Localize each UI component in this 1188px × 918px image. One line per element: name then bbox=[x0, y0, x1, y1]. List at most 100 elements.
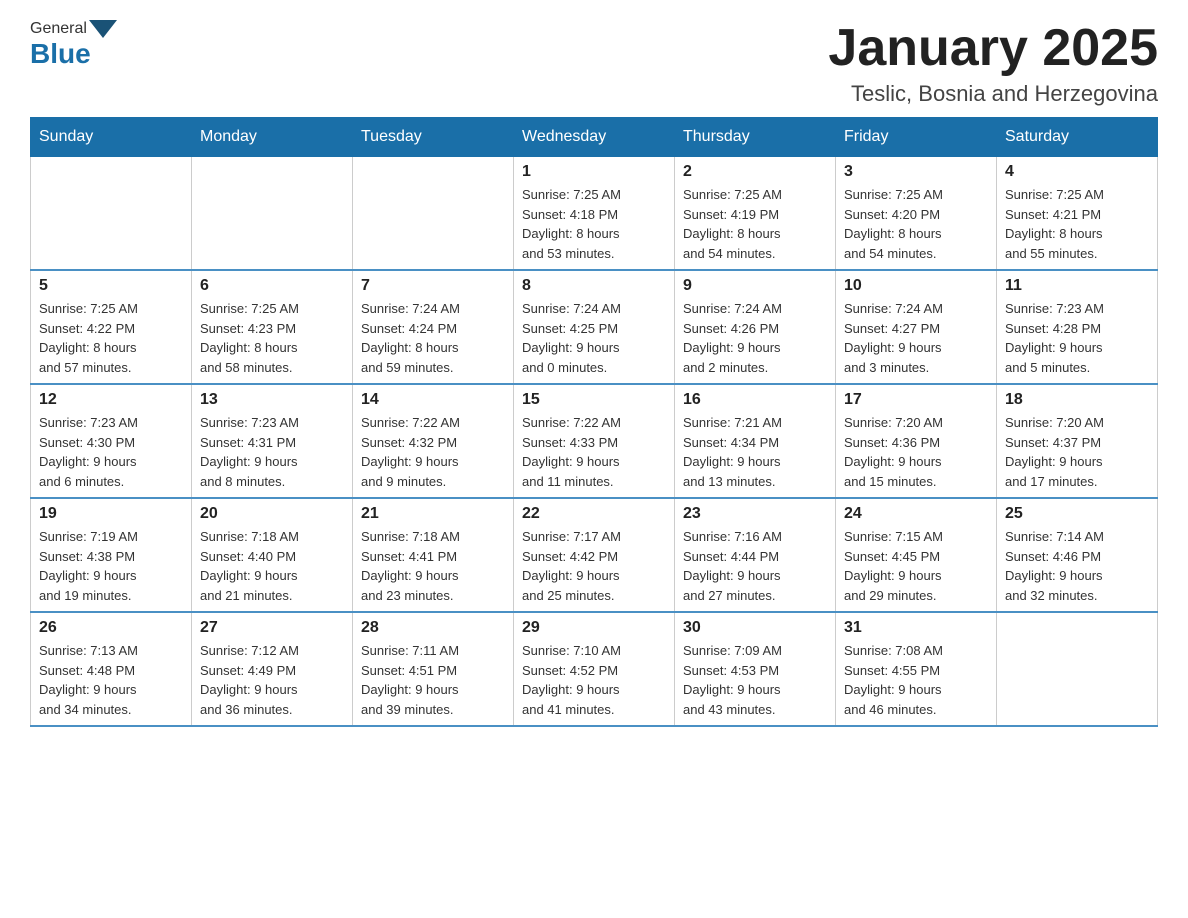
day-number: 24 bbox=[844, 505, 988, 523]
day-info: Sunrise: 7:14 AM Sunset: 4:46 PM Dayligh… bbox=[1005, 527, 1149, 605]
weekday-header-friday: Friday bbox=[836, 118, 997, 157]
calendar-cell: 11Sunrise: 7:23 AM Sunset: 4:28 PM Dayli… bbox=[997, 270, 1158, 384]
calendar-cell bbox=[31, 157, 192, 271]
day-info: Sunrise: 7:11 AM Sunset: 4:51 PM Dayligh… bbox=[361, 641, 505, 719]
day-number: 5 bbox=[39, 277, 183, 295]
day-info: Sunrise: 7:24 AM Sunset: 4:25 PM Dayligh… bbox=[522, 299, 666, 377]
calendar-cell: 22Sunrise: 7:17 AM Sunset: 4:42 PM Dayli… bbox=[514, 498, 675, 612]
day-number: 18 bbox=[1005, 391, 1149, 409]
weekday-header-sunday: Sunday bbox=[31, 118, 192, 157]
calendar-cell: 3 Sunrise: 7:25 AM Sunset: 4:20 PM Daylig… bbox=[836, 157, 997, 271]
day-number: 23 bbox=[683, 505, 827, 523]
day-info: Sunrise: 7:12 AM Sunset: 4:49 PM Dayligh… bbox=[200, 641, 344, 719]
week-row-5: 26 Sunrise: 7:13 AM Sunset: 4:48 PM Dayli… bbox=[31, 612, 1158, 726]
week-row-2: 5 Sunrise: 7:25 AM Sunset: 4:22 PM Daylig… bbox=[31, 270, 1158, 384]
calendar-cell: 2 Sunrise: 7:25 AM Sunset: 4:19 PM Daylig… bbox=[675, 157, 836, 271]
logo-arrow-icon bbox=[89, 20, 117, 38]
calendar-cell: 23 Sunrise: 7:16 AM Sunset: 4:44 PM Dayli… bbox=[675, 498, 836, 612]
page-header: General Blue January 2025 Teslic, Bosnia… bbox=[30, 20, 1158, 107]
calendar-cell: 31Sunrise: 7:08 AM Sunset: 4:55 PM Dayli… bbox=[836, 612, 997, 726]
day-number: 15 bbox=[522, 391, 666, 409]
calendar-cell: 6 Sunrise: 7:25 AM Sunset: 4:23 PM Daylig… bbox=[192, 270, 353, 384]
day-number: 21 bbox=[361, 505, 505, 523]
day-number: 6 bbox=[200, 277, 344, 295]
day-info: Sunrise: 7:25 AM Sunset: 4:23 PM Dayligh… bbox=[200, 299, 344, 377]
title-area: January 2025 Teslic, Bosnia and Herzegov… bbox=[828, 20, 1158, 107]
day-info: Sunrise: 7:22 AM Sunset: 4:32 PM Dayligh… bbox=[361, 413, 505, 491]
day-number: 3 bbox=[844, 163, 988, 181]
day-number: 2 bbox=[683, 163, 827, 181]
calendar-cell: 24 Sunrise: 7:15 AM Sunset: 4:45 PM Dayli… bbox=[836, 498, 997, 612]
day-number: 1 bbox=[522, 163, 666, 181]
calendar-cell: 28 Sunrise: 7:11 AM Sunset: 4:51 PM Dayli… bbox=[353, 612, 514, 726]
calendar-cell: 17 Sunrise: 7:20 AM Sunset: 4:36 PM Dayli… bbox=[836, 384, 997, 498]
day-number: 30 bbox=[683, 619, 827, 637]
calendar-cell: 12Sunrise: 7:23 AM Sunset: 4:30 PM Dayli… bbox=[31, 384, 192, 498]
day-info: Sunrise: 7:18 AM Sunset: 4:41 PM Dayligh… bbox=[361, 527, 505, 605]
day-info: Sunrise: 7:24 AM Sunset: 4:27 PM Dayligh… bbox=[844, 299, 988, 377]
weekday-header-monday: Monday bbox=[192, 118, 353, 157]
day-info: Sunrise: 7:20 AM Sunset: 4:37 PM Dayligh… bbox=[1005, 413, 1149, 491]
calendar-cell: 30 Sunrise: 7:09 AM Sunset: 4:53 PM Dayli… bbox=[675, 612, 836, 726]
day-info: Sunrise: 7:25 AM Sunset: 4:21 PM Dayligh… bbox=[1005, 185, 1149, 263]
calendar-cell: 26 Sunrise: 7:13 AM Sunset: 4:48 PM Dayli… bbox=[31, 612, 192, 726]
day-info: Sunrise: 7:16 AM Sunset: 4:44 PM Dayligh… bbox=[683, 527, 827, 605]
week-row-4: 19 Sunrise: 7:19 AM Sunset: 4:38 PM Dayli… bbox=[31, 498, 1158, 612]
day-info: Sunrise: 7:09 AM Sunset: 4:53 PM Dayligh… bbox=[683, 641, 827, 719]
calendar-cell bbox=[192, 157, 353, 271]
calendar-cell: 5 Sunrise: 7:25 AM Sunset: 4:22 PM Daylig… bbox=[31, 270, 192, 384]
day-number: 9 bbox=[683, 277, 827, 295]
day-info: Sunrise: 7:25 AM Sunset: 4:19 PM Dayligh… bbox=[683, 185, 827, 263]
day-info: Sunrise: 7:22 AM Sunset: 4:33 PM Dayligh… bbox=[522, 413, 666, 491]
day-info: Sunrise: 7:19 AM Sunset: 4:38 PM Dayligh… bbox=[39, 527, 183, 605]
day-info: Sunrise: 7:13 AM Sunset: 4:48 PM Dayligh… bbox=[39, 641, 183, 719]
day-info: Sunrise: 7:24 AM Sunset: 4:24 PM Dayligh… bbox=[361, 299, 505, 377]
page-title: January 2025 bbox=[828, 20, 1158, 77]
calendar-cell: 9Sunrise: 7:24 AM Sunset: 4:26 PM Daylig… bbox=[675, 270, 836, 384]
calendar-cell bbox=[997, 612, 1158, 726]
calendar-cell: 10Sunrise: 7:24 AM Sunset: 4:27 PM Dayli… bbox=[836, 270, 997, 384]
logo-blue-text: Blue bbox=[30, 38, 91, 70]
day-number: 17 bbox=[844, 391, 988, 409]
calendar-cell: 7 Sunrise: 7:24 AM Sunset: 4:24 PM Daylig… bbox=[353, 270, 514, 384]
day-info: Sunrise: 7:08 AM Sunset: 4:55 PM Dayligh… bbox=[844, 641, 988, 719]
day-info: Sunrise: 7:20 AM Sunset: 4:36 PM Dayligh… bbox=[844, 413, 988, 491]
weekday-header-thursday: Thursday bbox=[675, 118, 836, 157]
day-number: 13 bbox=[200, 391, 344, 409]
day-number: 26 bbox=[39, 619, 183, 637]
day-info: Sunrise: 7:15 AM Sunset: 4:45 PM Dayligh… bbox=[844, 527, 988, 605]
day-number: 8 bbox=[522, 277, 666, 295]
day-info: Sunrise: 7:10 AM Sunset: 4:52 PM Dayligh… bbox=[522, 641, 666, 719]
day-info: Sunrise: 7:25 AM Sunset: 4:22 PM Dayligh… bbox=[39, 299, 183, 377]
day-number: 14 bbox=[361, 391, 505, 409]
calendar-cell: 19 Sunrise: 7:19 AM Sunset: 4:38 PM Dayli… bbox=[31, 498, 192, 612]
calendar-cell: 14 Sunrise: 7:22 AM Sunset: 4:32 PM Dayli… bbox=[353, 384, 514, 498]
week-row-1: 1Sunrise: 7:25 AM Sunset: 4:18 PM Daylig… bbox=[31, 157, 1158, 271]
day-number: 28 bbox=[361, 619, 505, 637]
calendar-cell: 4 Sunrise: 7:25 AM Sunset: 4:21 PM Daylig… bbox=[997, 157, 1158, 271]
day-info: Sunrise: 7:21 AM Sunset: 4:34 PM Dayligh… bbox=[683, 413, 827, 491]
logo-general-text: General bbox=[30, 20, 87, 38]
page-subtitle: Teslic, Bosnia and Herzegovina bbox=[828, 81, 1158, 107]
calendar-cell: 15 Sunrise: 7:22 AM Sunset: 4:33 PM Dayli… bbox=[514, 384, 675, 498]
day-info: Sunrise: 7:25 AM Sunset: 4:20 PM Dayligh… bbox=[844, 185, 988, 263]
day-number: 29 bbox=[522, 619, 666, 637]
day-number: 19 bbox=[39, 505, 183, 523]
calendar-cell: 13Sunrise: 7:23 AM Sunset: 4:31 PM Dayli… bbox=[192, 384, 353, 498]
calendar-cell: 18 Sunrise: 7:20 AM Sunset: 4:37 PM Dayli… bbox=[997, 384, 1158, 498]
calendar-cell: 8 Sunrise: 7:24 AM Sunset: 4:25 PM Daylig… bbox=[514, 270, 675, 384]
day-number: 25 bbox=[1005, 505, 1149, 523]
day-number: 4 bbox=[1005, 163, 1149, 181]
weekday-header-saturday: Saturday bbox=[997, 118, 1158, 157]
calendar-cell: 27Sunrise: 7:12 AM Sunset: 4:49 PM Dayli… bbox=[192, 612, 353, 726]
day-number: 16 bbox=[683, 391, 827, 409]
calendar-table: SundayMondayTuesdayWednesdayThursdayFrid… bbox=[30, 117, 1158, 727]
calendar-cell: 21 Sunrise: 7:18 AM Sunset: 4:41 PM Dayli… bbox=[353, 498, 514, 612]
calendar-cell: 29 Sunrise: 7:10 AM Sunset: 4:52 PM Dayli… bbox=[514, 612, 675, 726]
day-info: Sunrise: 7:23 AM Sunset: 4:28 PM Dayligh… bbox=[1005, 299, 1149, 377]
day-number: 7 bbox=[361, 277, 505, 295]
day-number: 22 bbox=[522, 505, 666, 523]
day-info: Sunrise: 7:23 AM Sunset: 4:30 PM Dayligh… bbox=[39, 413, 183, 491]
day-number: 20 bbox=[200, 505, 344, 523]
calendar-cell: 20Sunrise: 7:18 AM Sunset: 4:40 PM Dayli… bbox=[192, 498, 353, 612]
